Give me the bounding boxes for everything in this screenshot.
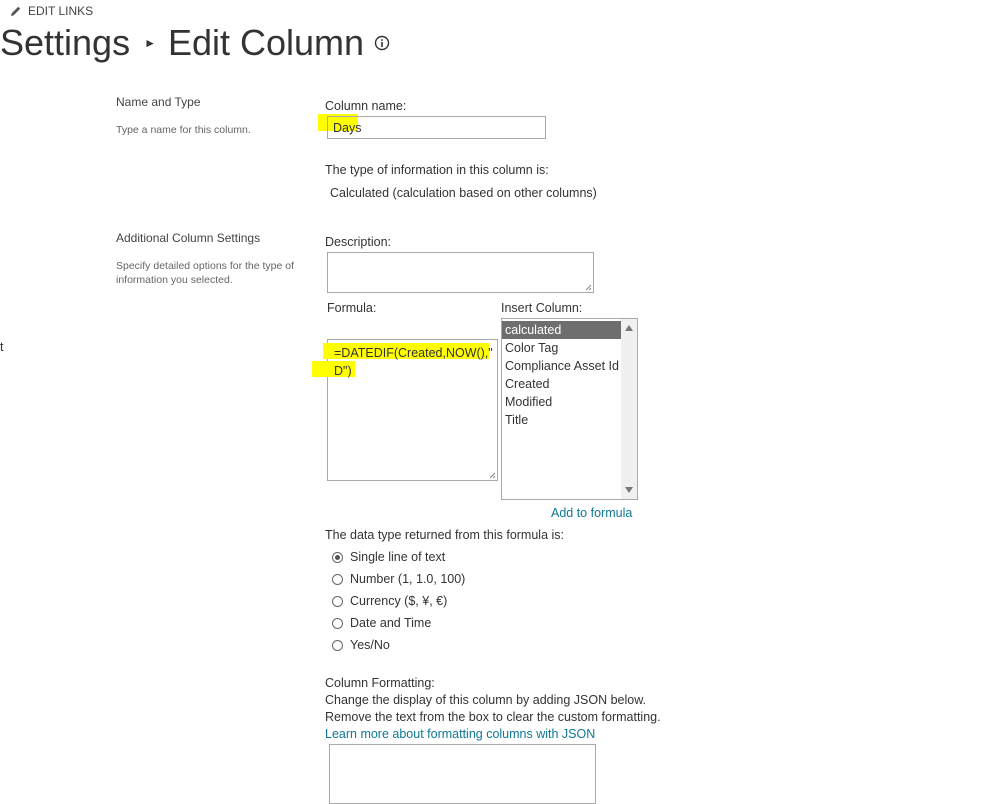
listbox-scrollbar[interactable] [621, 319, 637, 499]
radio-button[interactable] [332, 573, 343, 585]
list-item-calculated[interactable]: calculated [502, 321, 621, 339]
radio-label: Number (1, 1.0, 100) [350, 572, 466, 586]
column-formatting-desc-2: Remove the text from the box to clear th… [325, 710, 661, 724]
insert-column-label: Insert Column: [501, 301, 583, 315]
insert-column-listbox[interactable]: calculated Color Tag Compliance Asset Id… [501, 318, 638, 500]
formula-line-2: D") [334, 364, 352, 378]
column-formatting-block: Column Formatting: Change the display of… [325, 675, 661, 743]
radio-number[interactable]: Number (1, 1.0, 100) [332, 568, 465, 590]
list-item-modified[interactable]: Modified [502, 393, 621, 411]
radio-label: Currency ($, ¥, €) [350, 594, 448, 608]
info-icon[interactable] [374, 35, 390, 51]
page-title: Settings ► Edit Column [0, 22, 390, 64]
breadcrumb-settings[interactable]: Settings [0, 22, 130, 64]
breadcrumb-separator-icon: ► [144, 36, 156, 50]
radio-yes-no[interactable]: Yes/No [332, 634, 465, 656]
page-title-text: Edit Column [167, 22, 365, 63]
column-name-label: Column name: [325, 99, 407, 113]
radio-label: Single line of text [350, 550, 446, 564]
resize-grip-icon[interactable] [489, 472, 496, 479]
pencil-icon [11, 6, 21, 16]
type-info-label: The type of information in this column i… [325, 163, 549, 177]
radio-button[interactable] [332, 617, 343, 629]
column-formatting-textarea[interactable] [329, 744, 596, 804]
column-name-input[interactable]: Days [327, 116, 546, 139]
description-label: Description: [325, 235, 391, 249]
formula-label: Formula: [327, 301, 377, 315]
formula-textarea[interactable]: =DATEDIF(Created,NOW()," D") [312, 339, 498, 481]
formula-line-1: =DATEDIF(Created,NOW()," [334, 346, 493, 360]
radio-date-time[interactable]: Date and Time [332, 612, 465, 634]
type-info-value: Calculated (calculation based on other c… [330, 186, 597, 200]
cut-off-text: t [0, 340, 4, 354]
formatting-json-link[interactable]: Learn more about formatting columns with… [325, 727, 595, 741]
scroll-up-icon[interactable] [625, 325, 633, 331]
additional-desc-line2: information you selected. [116, 274, 233, 286]
radio-currency[interactable]: Currency ($, ¥, €) [332, 590, 465, 612]
edit-links[interactable]: EDIT LINKS [10, 4, 93, 18]
list-item-compliance-asset-id[interactable]: Compliance Asset Id [502, 357, 621, 375]
radio-single-line-text[interactable]: Single line of text [332, 546, 465, 568]
list-item-color-tag[interactable]: Color Tag [502, 339, 621, 357]
edit-links-label: EDIT LINKS [28, 4, 94, 18]
radio-label: Yes/No [350, 638, 390, 652]
return-type-radio-group: Single line of text Number (1, 1.0, 100)… [332, 546, 465, 656]
name-type-section-title: Name and Type [116, 95, 201, 109]
description-textarea[interactable] [327, 252, 594, 293]
return-type-label: The data type returned from this formula… [325, 528, 564, 542]
add-to-formula-link[interactable]: Add to formula [551, 506, 632, 520]
column-formatting-label: Column Formatting: [325, 676, 435, 690]
formula-text: =DATEDIF(Created,NOW()," D") [334, 344, 493, 380]
list-item-created[interactable]: Created [502, 375, 621, 393]
name-type-section-description: Type a name for this column. [116, 124, 251, 136]
list-item-title[interactable]: Title [502, 411, 621, 429]
radio-button[interactable] [332, 595, 343, 607]
radio-label: Date and Time [350, 616, 432, 630]
column-formatting-desc-1: Change the display of this column by add… [325, 693, 647, 707]
scroll-down-icon[interactable] [625, 487, 633, 493]
additional-section-title: Additional Column Settings [116, 231, 261, 245]
radio-button[interactable] [332, 551, 343, 563]
additional-section-description: Specify detailed options for the type of… [116, 259, 294, 287]
column-name-value: Days [333, 121, 362, 135]
radio-button[interactable] [332, 639, 343, 651]
additional-desc-line1: Specify detailed options for the type of [116, 260, 295, 272]
resize-grip-icon[interactable] [585, 284, 592, 291]
